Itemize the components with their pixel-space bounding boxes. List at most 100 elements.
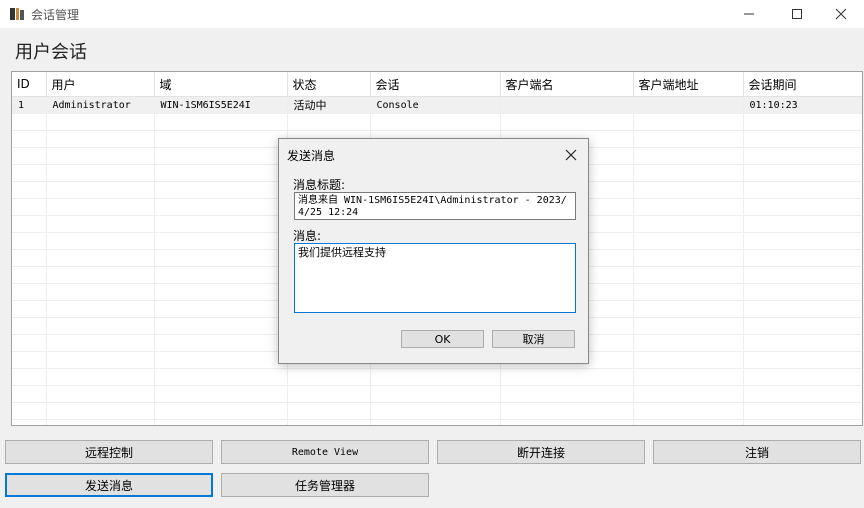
empty-cell: [287, 419, 371, 425]
empty-cell: [46, 402, 155, 420]
column-header[interactable]: 客户端地址: [633, 72, 744, 97]
empty-cell: [46, 266, 155, 284]
send-message-button[interactable]: 发送消息: [5, 473, 213, 497]
empty-cell: [500, 419, 634, 425]
session-manager-window: 会话管理 用户会话 ID 用户 域 状态 会话 客户端名 客户端地址 会话期间 …: [0, 0, 864, 508]
empty-cell: [12, 215, 47, 233]
message-textarea[interactable]: 我们提供远程支持: [294, 243, 576, 313]
empty-cell: [154, 113, 288, 131]
remote-control-button[interactable]: 远程控制: [5, 440, 213, 464]
disconnect-button[interactable]: 断开连接: [437, 440, 645, 464]
cell-user: Administrator: [46, 96, 155, 114]
task-manager-button[interactable]: 任务管理器: [221, 473, 429, 497]
empty-cell: [12, 300, 47, 318]
empty-cell: [46, 249, 155, 267]
table-row[interactable]: 1 Administrator WIN-1SM6IS5E24I 活动中 Cons…: [12, 96, 862, 114]
empty-cell: [370, 368, 501, 386]
empty-cell: [46, 300, 155, 318]
empty-cell: [743, 317, 862, 335]
column-header[interactable]: 会话: [370, 72, 501, 97]
empty-cell: [743, 147, 862, 165]
minimize-icon: [744, 13, 754, 15]
empty-cell: [633, 334, 744, 352]
empty-cell: [743, 368, 862, 386]
empty-cell: [500, 402, 634, 420]
empty-cell: [154, 164, 288, 182]
empty-cell: [743, 164, 862, 182]
empty-cell: [370, 402, 501, 420]
empty-cell: [370, 419, 501, 425]
empty-row: [12, 402, 862, 420]
column-header[interactable]: 客户端名: [500, 72, 634, 97]
empty-cell: [633, 249, 744, 267]
empty-row: [12, 419, 862, 425]
maximize-icon: [792, 9, 802, 19]
empty-cell: [743, 283, 862, 301]
close-button[interactable]: [818, 0, 864, 28]
empty-cell: [743, 181, 862, 199]
empty-cell: [46, 232, 155, 250]
remote-view-button[interactable]: Remote View: [221, 440, 429, 464]
empty-cell: [12, 130, 47, 148]
close-icon: [565, 149, 577, 161]
empty-cell: [46, 164, 155, 182]
empty-cell: [12, 334, 47, 352]
empty-cell: [46, 351, 155, 369]
empty-cell: [743, 385, 862, 403]
empty-cell: [287, 385, 371, 403]
empty-cell: [46, 419, 155, 425]
close-icon: [835, 8, 847, 20]
empty-cell: [154, 300, 288, 318]
cancel-button[interactable]: 取消: [492, 330, 575, 348]
column-header[interactable]: ID: [12, 72, 47, 97]
minimize-button[interactable]: [726, 0, 772, 28]
column-header[interactable]: 域: [154, 72, 288, 97]
empty-cell: [633, 198, 744, 216]
dialog-close-button[interactable]: [560, 144, 582, 166]
empty-cell: [500, 368, 634, 386]
column-header[interactable]: 用户: [46, 72, 155, 97]
empty-cell: [743, 215, 862, 233]
empty-cell: [633, 164, 744, 182]
subject-label: 消息标题:: [293, 178, 346, 192]
empty-cell: [633, 402, 744, 420]
table-header: ID 用户 域 状态 会话 客户端名 客户端地址 会话期间: [12, 72, 862, 97]
empty-cell: [154, 419, 288, 425]
empty-cell: [154, 385, 288, 403]
empty-cell: [633, 232, 744, 250]
empty-cell: [743, 351, 862, 369]
cell-duration: 01:10:23: [743, 96, 862, 114]
empty-cell: [12, 368, 47, 386]
cell-status: 活动中: [287, 96, 371, 114]
logoff-button[interactable]: 注销: [653, 440, 861, 464]
column-header[interactable]: 状态: [287, 72, 371, 97]
empty-cell: [154, 334, 288, 352]
empty-cell: [12, 181, 47, 199]
empty-cell: [633, 385, 744, 403]
empty-cell: [743, 130, 862, 148]
empty-cell: [633, 215, 744, 233]
app-icon: [10, 8, 24, 20]
empty-cell: [287, 368, 371, 386]
empty-cell: [154, 215, 288, 233]
empty-cell: [633, 266, 744, 284]
empty-cell: [154, 232, 288, 250]
empty-cell: [12, 232, 47, 250]
empty-cell: [12, 147, 47, 165]
subject-field[interactable]: 消息来自 WIN-1SM6IS5E24I\Administrator - 202…: [294, 192, 576, 220]
empty-cell: [46, 181, 155, 199]
empty-cell: [154, 351, 288, 369]
ok-button[interactable]: OK: [401, 330, 484, 348]
empty-cell: [154, 130, 288, 148]
empty-cell: [12, 402, 47, 420]
maximize-button[interactable]: [774, 0, 820, 28]
empty-cell: [12, 198, 47, 216]
empty-cell: [633, 419, 744, 425]
cell-domain: WIN-1SM6IS5E24I: [154, 96, 288, 114]
column-header[interactable]: 会话期间: [743, 72, 862, 97]
empty-cell: [743, 266, 862, 284]
message-label: 消息:: [293, 229, 322, 243]
empty-cell: [154, 249, 288, 267]
empty-row: [12, 368, 862, 386]
empty-cell: [154, 368, 288, 386]
